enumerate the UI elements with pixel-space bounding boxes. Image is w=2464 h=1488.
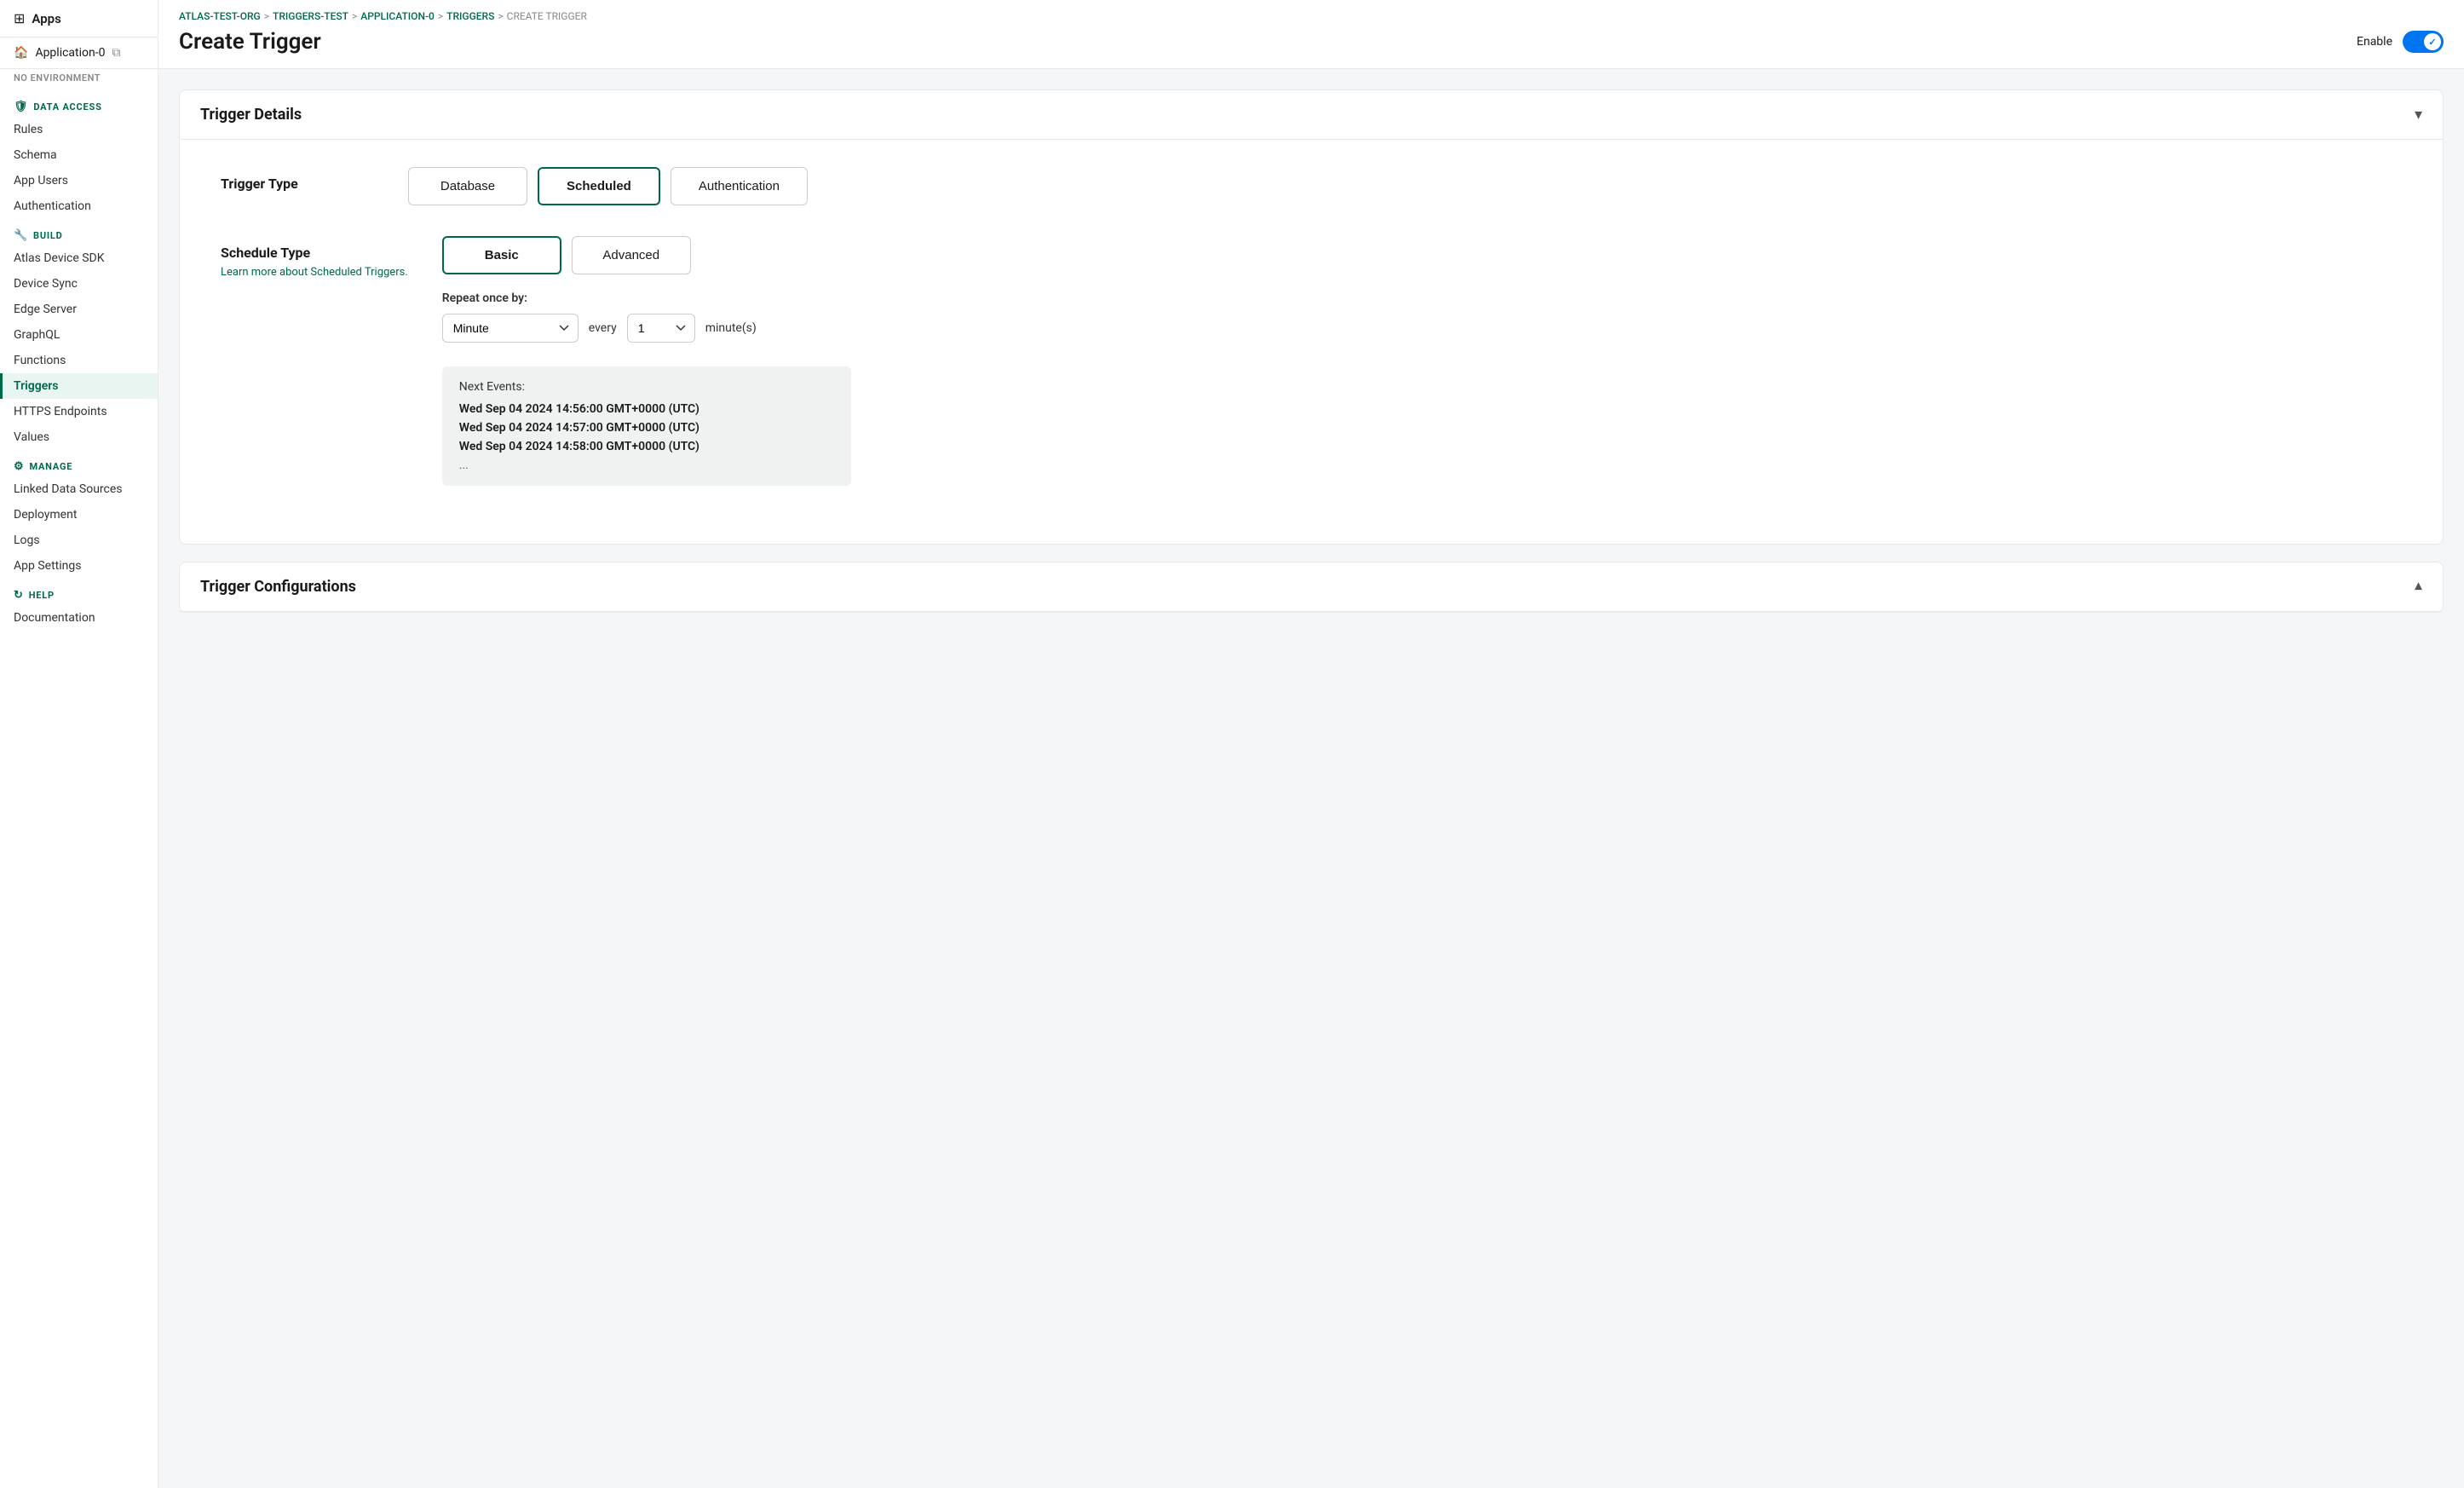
trigger-details-card-header: Trigger Details ▾ — [180, 90, 2443, 140]
schedule-type-label: Schedule Type — [221, 236, 408, 261]
sidebar-top: ⊞ Apps — [0, 0, 158, 37]
app-name-label: Application-0 — [35, 46, 105, 60]
sidebar-item-edge-server[interactable]: Edge Server — [0, 297, 158, 322]
breadcrumb-separator: > — [264, 10, 269, 22]
enable-row: Enable ✓ — [2357, 31, 2444, 53]
sidebar-item-documentation[interactable]: Documentation — [0, 605, 158, 631]
trigger-configurations-card-header: Trigger Configurations ▾ — [180, 562, 2443, 612]
sidebar-item-values[interactable]: Values — [0, 424, 158, 450]
learn-more-link[interactable]: Learn more about Scheduled Triggers. — [221, 266, 408, 279]
every-label: every — [589, 321, 617, 335]
trigger-type-btn-database[interactable]: Database — [408, 167, 527, 205]
sidebar: ⊞ Apps 🏠 Application-0 ⧉ NO ENVIRONMENT … — [0, 0, 158, 1488]
repeat-section: Repeat once by: MinuteHourDayWeek every … — [442, 291, 851, 343]
sidebar-section-label: ↻ HELP — [0, 579, 158, 605]
chevron-up-icon[interactable]: ▾ — [2415, 578, 2422, 596]
breadcrumb-separator: > — [352, 10, 357, 22]
toggle-check-icon: ✓ — [2428, 37, 2436, 48]
breadcrumb-part-4: CREATE TRIGGER — [507, 10, 587, 22]
enable-label: Enable — [2357, 35, 2392, 49]
env-badge: NO ENVIRONMENT — [0, 69, 158, 90]
sidebar-section-label: 🛡 DATA ACCESS — [0, 90, 158, 117]
grid-icon: ⊞ — [14, 10, 25, 26]
next-events-ellipsis: ... — [459, 459, 834, 472]
next-events-title: Next Events: — [459, 380, 834, 394]
sidebar-item-functions[interactable]: Functions — [0, 348, 158, 373]
trigger-details-title: Trigger Details — [200, 106, 302, 124]
page-title-row: Create Trigger Enable ✓ — [179, 29, 2444, 55]
enable-toggle[interactable]: ✓ — [2403, 31, 2444, 53]
sidebar-sections: 🛡 DATA ACCESSRulesSchemaApp UsersAuthent… — [0, 90, 158, 631]
sidebar-item-triggers[interactable]: Triggers — [0, 373, 158, 399]
sidebar-item-app-settings[interactable]: App Settings — [0, 553, 158, 579]
sidebar-item-device-sync[interactable]: Device Sync — [0, 271, 158, 297]
main-content: ATLAS-TEST-ORG > TRIGGERS-TEST > APPLICA… — [158, 0, 2464, 1488]
trigger-details-card: Trigger Details ▾ Trigger Type DatabaseS… — [179, 89, 2444, 545]
breadcrumb-part-1[interactable]: TRIGGERS-TEST — [273, 10, 348, 22]
interval-select[interactable]: MinuteHourDayWeek — [442, 314, 579, 343]
toggle-knob: ✓ — [2424, 33, 2441, 50]
content-area: Trigger Details ▾ Trigger Type DatabaseS… — [158, 69, 2464, 633]
trigger-details-body: Trigger Type Database Scheduled Authentica… — [180, 140, 2443, 544]
repeat-label: Repeat once by: — [442, 291, 851, 305]
sidebar-section-label: ⚙ MANAGE — [0, 450, 158, 476]
trigger-type-btn-authentication[interactable]: Authentication — [671, 167, 808, 205]
schedule-type-label-area: Schedule Type Learn more about Scheduled… — [221, 236, 408, 279]
breadcrumb-separator: > — [498, 10, 503, 22]
schedule-type-controls: Basic Advanced Repeat once by: MinuteHour… — [442, 236, 851, 486]
apps-label[interactable]: Apps — [32, 11, 60, 26]
sidebar-section-build: 🔧 BUILDAtlas Device SDKDevice SyncEdge S… — [0, 219, 158, 450]
next-events-box: Next Events: Wed Sep 04 2024 14:56:00 GM… — [442, 366, 851, 486]
schedule-type-btn-group: Basic Advanced — [442, 236, 851, 274]
page-title: Create Trigger — [179, 29, 321, 55]
sidebar-item-logs[interactable]: Logs — [0, 528, 158, 553]
copy-icon[interactable]: ⧉ — [112, 46, 120, 60]
breadcrumb-part-3[interactable]: TRIGGERS — [446, 10, 494, 22]
unit-label: minute(s) — [705, 321, 757, 335]
sidebar-section-manage: ⚙ MANAGELinked Data SourcesDeploymentLog… — [0, 450, 158, 579]
breadcrumb-part-2[interactable]: APPLICATION-0 — [360, 10, 435, 22]
sidebar-item-app-users[interactable]: App Users — [0, 168, 158, 193]
chevron-down-icon[interactable]: ▾ — [2415, 106, 2422, 124]
sidebar-section-help: ↻ HELPDocumentation — [0, 579, 158, 631]
next-event-item: Wed Sep 04 2024 14:57:00 GMT+0000 (UTC) — [459, 421, 834, 435]
home-icon: 🏠 — [14, 46, 28, 60]
repeat-row: MinuteHourDayWeek every 125101530 minute… — [442, 314, 851, 343]
trigger-configurations-title: Trigger Configurations — [200, 578, 356, 596]
schedule-type-btn-advanced[interactable]: Advanced — [572, 236, 691, 274]
breadcrumb: ATLAS-TEST-ORG > TRIGGERS-TEST > APPLICA… — [179, 10, 2444, 22]
trigger-type-btn-group: Database Scheduled Authentication — [408, 167, 808, 205]
schedule-type-btn-basic[interactable]: Basic — [442, 236, 561, 274]
sidebar-item-authentication[interactable]: Authentication — [0, 193, 158, 219]
sidebar-item-atlas-device-sdk[interactable]: Atlas Device SDK — [0, 245, 158, 271]
breadcrumb-separator: > — [438, 10, 443, 22]
next-events-list: Wed Sep 04 2024 14:56:00 GMT+0000 (UTC) W… — [459, 402, 834, 453]
next-event-item: Wed Sep 04 2024 14:56:00 GMT+0000 (UTC) — [459, 402, 834, 416]
trigger-type-label: Trigger Type — [221, 167, 374, 192]
sidebar-item-schema[interactable]: Schema — [0, 142, 158, 168]
trigger-type-row: Trigger Type Database Scheduled Authentica… — [221, 167, 2402, 205]
sidebar-item-linked-data-sources[interactable]: Linked Data Sources — [0, 476, 158, 502]
sidebar-section-data-access: 🛡 DATA ACCESSRulesSchemaApp UsersAuthent… — [0, 90, 158, 219]
app-selector[interactable]: 🏠 Application-0 ⧉ — [0, 37, 158, 69]
sidebar-item-https-endpoints[interactable]: HTTPS Endpoints — [0, 399, 158, 424]
breadcrumb-part-0[interactable]: ATLAS-TEST-ORG — [179, 10, 261, 22]
sidebar-section-label: 🔧 BUILD — [0, 219, 158, 245]
schedule-type-row: Schedule Type Learn more about Scheduled… — [221, 236, 2402, 486]
trigger-configurations-card: Trigger Configurations ▾ — [179, 562, 2444, 613]
trigger-type-btn-scheduled[interactable]: Scheduled — [538, 167, 660, 205]
main-header: ATLAS-TEST-ORG > TRIGGERS-TEST > APPLICA… — [158, 0, 2464, 69]
sidebar-item-deployment[interactable]: Deployment — [0, 502, 158, 528]
count-select[interactable]: 125101530 — [627, 314, 695, 343]
sidebar-item-rules[interactable]: Rules — [0, 117, 158, 142]
next-event-item: Wed Sep 04 2024 14:58:00 GMT+0000 (UTC) — [459, 440, 834, 453]
sidebar-item-graphql[interactable]: GraphQL — [0, 322, 158, 348]
